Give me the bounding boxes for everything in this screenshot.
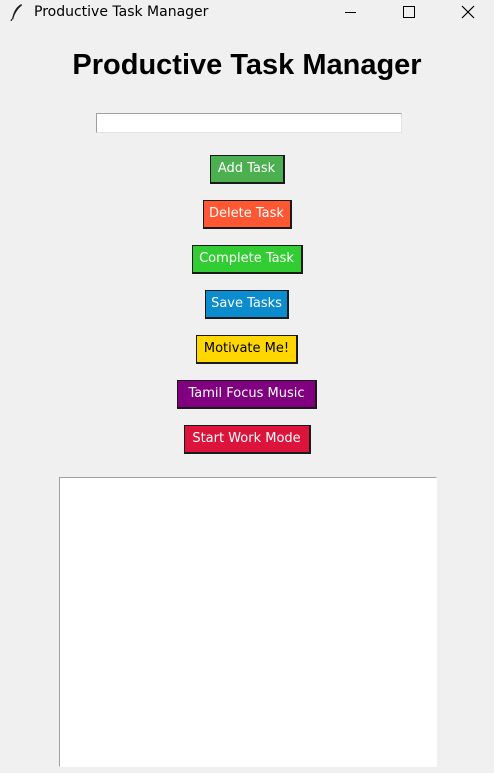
maximize-icon <box>403 6 415 18</box>
maximize-button[interactable] <box>385 0 431 26</box>
tamil-focus-music-button[interactable]: Tamil Focus Music <box>177 380 317 409</box>
minimize-icon <box>345 12 356 13</box>
close-icon <box>461 5 475 19</box>
complete-task-button[interactable]: Complete Task <box>191 245 303 274</box>
close-button[interactable] <box>444 0 490 26</box>
task-listbox[interactable] <box>59 477 437 767</box>
motivate-me-button[interactable]: Motivate Me! <box>196 335 298 364</box>
start-work-mode-button[interactable]: Start Work Mode <box>183 425 311 454</box>
delete-task-button[interactable]: Delete Task <box>202 200 292 229</box>
window-title: Productive Task Manager <box>34 4 209 20</box>
save-tasks-button[interactable]: Save Tasks <box>205 290 289 319</box>
add-task-button[interactable]: Add Task <box>209 155 285 184</box>
page-title: Productive Task Manager <box>72 49 422 81</box>
feather-icon <box>9 3 25 22</box>
minimize-button[interactable] <box>327 0 373 26</box>
window-titlebar[interactable]: Productive Task Manager <box>0 0 494 26</box>
task-input[interactable] <box>96 113 402 133</box>
